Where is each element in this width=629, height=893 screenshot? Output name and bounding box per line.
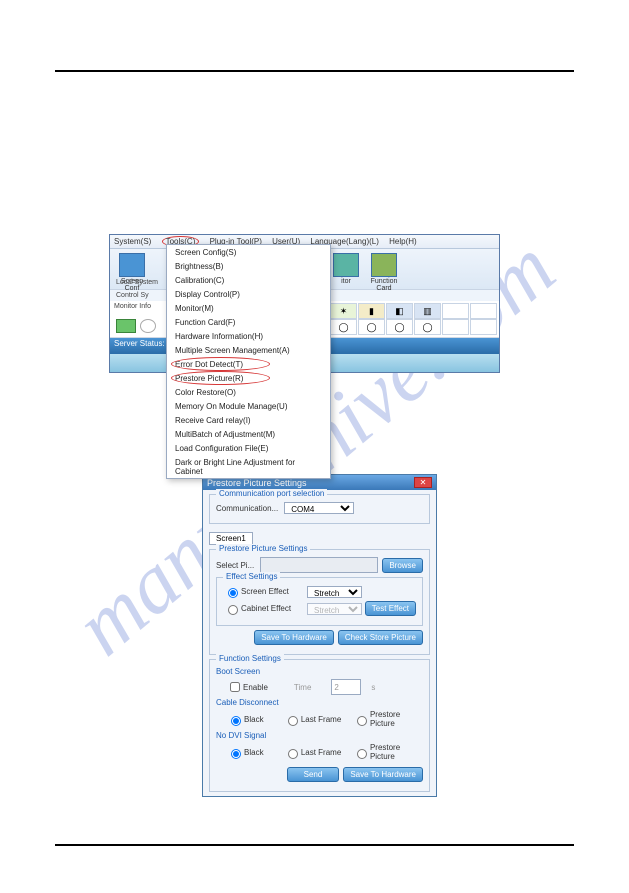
group-title: Function Settings (216, 654, 284, 663)
check-store-picture-button[interactable]: Check Store Picture (338, 630, 423, 645)
menu-item[interactable]: Brightness(B) (167, 259, 330, 273)
last-frame-label: Last Frame (301, 748, 346, 757)
menu-item[interactable]: Memory On Module Manage(U) (167, 399, 330, 413)
communication-select[interactable]: COM4 (284, 502, 354, 514)
menu-item[interactable]: Monitor(M) (167, 301, 330, 315)
group-title: Communication port selection (216, 489, 327, 498)
save-to-hardware-button[interactable]: Save To Hardware (254, 630, 334, 645)
indicator-icon: ◯ (414, 319, 441, 335)
indicator-row: ◯ ◯ ◯ ◯ (330, 319, 498, 335)
menu-item[interactable]: Dark or Bright Line Adjustment for Cabin… (167, 455, 330, 478)
communication-group: Communication port selection Communicati… (209, 494, 430, 524)
menu-help[interactable]: Help(H) (389, 237, 417, 246)
screen-effect-select[interactable]: Stretch (307, 586, 362, 598)
close-button[interactable]: ✕ (414, 477, 432, 488)
cable-disconnect-label: Cable Disconnect (216, 698, 423, 707)
save-to-hardware-button-2[interactable]: Save To Hardware (343, 767, 423, 782)
tools-dropdown-menu: Screen Config(S) Brightness(B) Calibrati… (166, 244, 331, 479)
indicator-icon: ◯ (330, 319, 357, 335)
menu-item[interactable]: Color Restore(O) (167, 385, 330, 399)
enable-checkbox[interactable] (230, 682, 240, 692)
menu-item[interactable]: Hardware Information(H) (167, 329, 330, 343)
menu-system[interactable]: System(S) (114, 237, 151, 246)
menu-item[interactable]: Error Dot Detect(T) (167, 357, 330, 371)
toolbar-screen-config[interactable]: Screen Conf (116, 253, 148, 292)
boot-screen-label: Boot Screen (216, 667, 423, 676)
cable-prestore-radio[interactable] (357, 716, 367, 726)
prestore-label: Prestore Picture (370, 710, 417, 728)
select-picture-label: Select Pi... (216, 561, 254, 570)
status-icon: ✶ (330, 303, 357, 319)
group-title: Prestore Picture Settings (216, 544, 310, 553)
cabinet-effect-radio[interactable] (228, 605, 238, 615)
status-icon (470, 303, 497, 319)
indicator-icon: ◯ (386, 319, 413, 335)
time-label: Time (294, 683, 311, 692)
browse-button[interactable]: Browse (382, 558, 423, 573)
menu-item[interactable]: MultiBatch of Adjustment(M) (167, 427, 330, 441)
dvi-lastframe-radio[interactable] (288, 749, 298, 759)
time-input (331, 679, 361, 695)
monitor-info-label: Monitor Info (114, 303, 151, 310)
status-icon (442, 303, 469, 319)
indicator-icon (442, 319, 469, 335)
cable-lastframe-radio[interactable] (288, 716, 298, 726)
menu-item[interactable]: Calibration(C) (167, 273, 330, 287)
group-title: Effect Settings (223, 572, 280, 581)
communication-label: Communication... (216, 504, 278, 513)
status-icons-row: ✶ ▮ ◧ ▥ (330, 303, 498, 319)
prestore-label: Prestore Picture (370, 743, 417, 761)
status-icon: ▮ (358, 303, 385, 319)
last-frame-label: Last Frame (301, 715, 346, 724)
menu-item[interactable]: Screen Config(S) (167, 245, 330, 259)
function-settings-group: Function Settings Boot Screen Enable Tim… (209, 659, 430, 792)
prestore-settings-group: Prestore Picture Settings Select Pi... B… (209, 549, 430, 655)
menu-item[interactable]: Load Configuration File(E) (167, 441, 330, 455)
dvi-prestore-radio[interactable] (357, 749, 367, 759)
local-system-label: Local System (116, 279, 158, 286)
menu-item[interactable]: Display Control(P) (167, 287, 330, 301)
enable-label: Enable (243, 683, 268, 692)
black-label: Black (244, 715, 277, 724)
effect-settings-group: Effect Settings Screen Effect Stretch Ca… (216, 577, 423, 626)
toolbar-function-card[interactable]: Function Card (368, 253, 400, 292)
menu-item[interactable]: Receive Card relay(I) (167, 413, 330, 427)
cable-black-radio[interactable] (231, 716, 241, 726)
screen-effect-radio[interactable] (228, 588, 238, 598)
menu-item-prestore-picture[interactable]: Prestore Picture(R) (167, 371, 330, 385)
status-icon: ◧ (386, 303, 413, 319)
green-indicator-icon (116, 319, 136, 333)
black-label: Black (244, 748, 277, 757)
menu-item[interactable]: Function Card(F) (167, 315, 330, 329)
test-effect-button[interactable]: Test Effect (365, 601, 416, 616)
toolbar-itor[interactable]: itor (330, 253, 362, 285)
menu-item[interactable]: Multiple Screen Management(A) (167, 343, 330, 357)
cabinet-effect-select: Stretch (307, 603, 362, 615)
send-button[interactable]: Send (287, 767, 340, 782)
indicator-icon (470, 319, 497, 335)
cabinet-effect-label: Cabinet Effect (241, 604, 301, 613)
no-dvi-label: No DVI Signal (216, 731, 423, 740)
status-icon: ▥ (414, 303, 441, 319)
picture-path-input[interactable] (260, 557, 378, 573)
dvi-black-radio[interactable] (231, 749, 241, 759)
dialog-title: Prestore Picture Settings (207, 478, 307, 488)
screen-effect-label: Screen Effect (241, 587, 301, 596)
circle-indicator-icon (140, 319, 156, 333)
prestore-picture-dialog: Prestore Picture Settings ✕ Communicatio… (202, 474, 437, 797)
indicator-icon: ◯ (358, 319, 385, 335)
time-unit-label: s (371, 683, 375, 692)
